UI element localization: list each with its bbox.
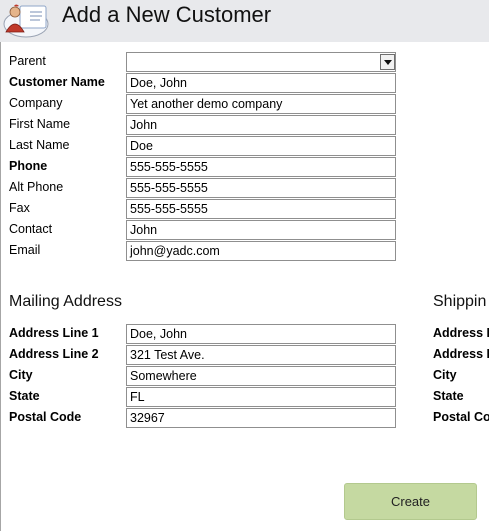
mailing-address2-label: Address Line 2 (9, 347, 99, 361)
first-name-field[interactable]: John (126, 115, 396, 135)
email-label: Email (9, 243, 41, 257)
parent-label: Parent (9, 54, 46, 68)
form-left-border (0, 42, 1, 531)
phone-field[interactable]: 555-555-5555 (126, 157, 396, 177)
phone-label: Phone (9, 159, 48, 173)
mailing-postal-label: Postal Code (9, 410, 82, 424)
email-field[interactable]: john@yadc.com (126, 241, 396, 261)
parent-dropdown[interactable] (126, 52, 396, 72)
customer-name-label: Customer Name (9, 75, 105, 89)
contact-label: Contact (9, 222, 53, 236)
mailing-city-field[interactable]: Somewhere (126, 366, 396, 386)
shipping-state-label: State (433, 389, 464, 403)
shipping-address2-label: Address L (433, 347, 489, 361)
page-header: Add a New Customer (0, 0, 489, 42)
first-name-label: First Name (9, 117, 71, 131)
mailing-state-label: State (9, 389, 40, 403)
shipping-address-heading: Shippin (433, 293, 487, 310)
customer-card-icon (3, 4, 49, 38)
contact-field[interactable]: John (126, 220, 396, 240)
last-name-label: Last Name (9, 138, 70, 152)
company-field[interactable]: Yet another demo company (126, 94, 396, 114)
last-name-field[interactable]: Doe (126, 136, 396, 156)
fax-field[interactable]: 555-555-5555 (126, 199, 396, 219)
alt-phone-field[interactable]: 555-555-5555 (126, 178, 396, 198)
fax-label: Fax (9, 201, 30, 215)
shipping-address1-label: Address L (433, 326, 489, 340)
chevron-down-icon (384, 60, 392, 65)
mailing-state-field[interactable]: FL (126, 387, 396, 407)
shipping-city-label: City (433, 368, 457, 382)
mailing-address2-field[interactable]: 321 Test Ave. (126, 345, 396, 365)
customer-name-field[interactable]: Doe, John (126, 73, 396, 93)
company-label: Company (9, 96, 63, 110)
mailing-address-heading: Mailing Address (9, 293, 122, 310)
mailing-city-label: City (9, 368, 33, 382)
page-title: Add a New Customer (62, 2, 272, 27)
mailing-address1-label: Address Line 1 (9, 326, 99, 340)
parent-dropdown-button[interactable] (380, 54, 395, 70)
mailing-address1-field[interactable]: Doe, John (126, 324, 396, 344)
shipping-postal-label: Postal Co (433, 410, 489, 424)
alt-phone-label: Alt Phone (9, 180, 64, 194)
mailing-postal-field[interactable]: 32967 (126, 408, 396, 428)
create-button[interactable]: Create (344, 483, 477, 520)
